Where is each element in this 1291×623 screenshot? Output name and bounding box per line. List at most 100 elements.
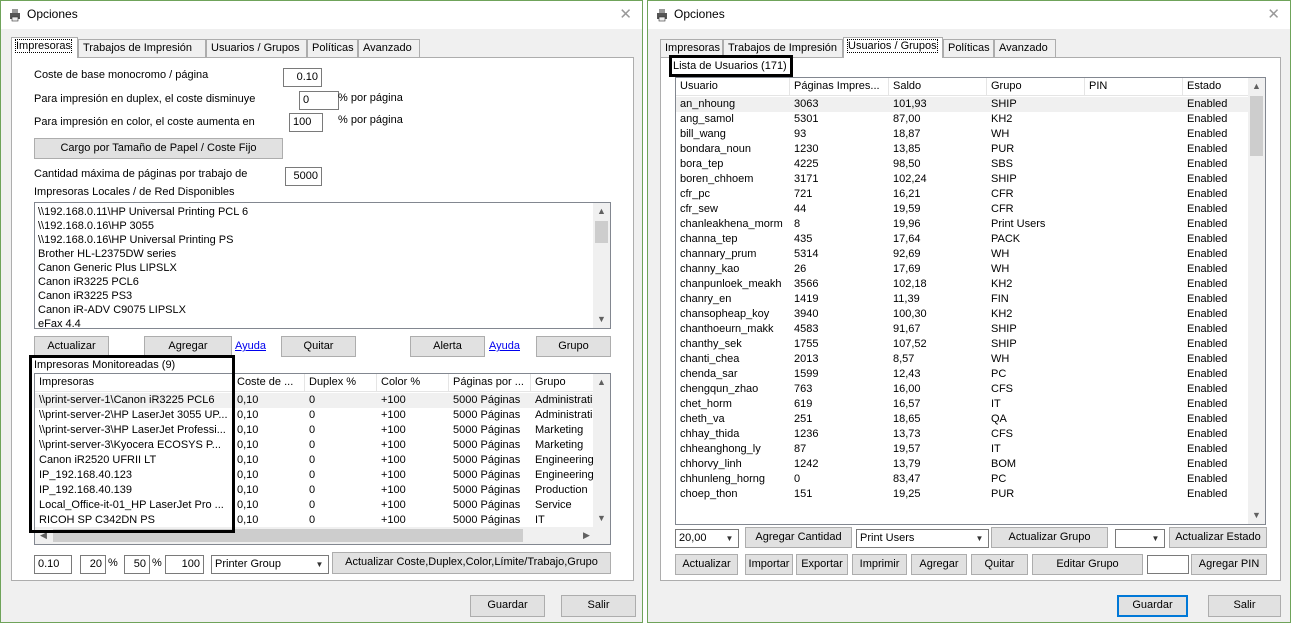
table-row[interactable]: chanry_en 1419 11,39 FIN Enabled (676, 292, 1250, 307)
salir-button[interactable]: Salir (1208, 595, 1281, 617)
monitored-vscrollbar[interactable]: ▲ ▼ (593, 374, 610, 527)
table-row[interactable]: \\print-server-3\HP LaserJet Professi...… (35, 423, 595, 438)
table-row[interactable]: channy_kao 26 17,69 WH Enabled (676, 262, 1250, 277)
tab-trabajos[interactable]: Trabajos de Impresión (723, 39, 843, 57)
tab-usuarios-grupos[interactable]: Usuarios / Grupos (843, 37, 943, 58)
chevron-up-icon[interactable]: ▲ (1248, 78, 1265, 95)
add-amount-button[interactable]: Agregar Cantidad (745, 527, 852, 548)
tab-avanzado[interactable]: Avanzado (358, 39, 420, 57)
mono-cost-input[interactable]: 0.10 (283, 68, 322, 87)
table-row[interactable]: chhunleng_horng 0 83,47 PC Enabled (676, 472, 1250, 487)
table-row[interactable]: bondara_noun 1230 13,85 PUR Enabled (676, 142, 1250, 157)
guardar-button[interactable]: Guardar (470, 595, 545, 617)
tab-politicas[interactable]: Políticas (943, 39, 994, 57)
group-select[interactable]: Print Users ▼ (856, 529, 989, 548)
duplex-input[interactable]: 0 (299, 91, 339, 110)
users-vscrollbar[interactable]: ▲ ▼ (1248, 78, 1265, 524)
printer-group-select[interactable]: Printer Group ▼ (211, 555, 329, 574)
list-item[interactable]: Brother HL-L2375DW series (35, 247, 610, 261)
table-row[interactable]: chheanghong_ly 87 19,57 IT Enabled (676, 442, 1250, 457)
paper-size-cost-button[interactable]: Cargo por Tamaño de Papel / Coste Fijo (34, 138, 283, 159)
column-header[interactable]: Coste de ... (233, 374, 305, 392)
list-item[interactable]: \\192.168.0.16\HP Universal Printing PS (35, 233, 610, 247)
agregar-button[interactable]: Agregar (911, 554, 967, 575)
column-header[interactable]: PIN (1085, 78, 1183, 96)
pin-input[interactable] (1147, 555, 1189, 574)
scroll-thumb[interactable] (595, 221, 608, 243)
chevron-up-icon[interactable]: ▲ (593, 374, 610, 391)
tab-impresoras[interactable]: Impresoras (11, 37, 78, 58)
color-input[interactable]: 100 (289, 113, 323, 132)
table-row[interactable]: ang_samol 5301 87,00 KH2 Enabled (676, 112, 1250, 127)
status-select[interactable]: ▼ (1115, 529, 1165, 548)
table-row[interactable]: \\print-server-3\Kyocera ECOSYS P... 0,10… (35, 438, 595, 453)
exportar-button[interactable]: Exportar (796, 554, 848, 575)
chevron-up-icon[interactable]: ▲ (593, 203, 610, 220)
tab-trabajos[interactable]: Trabajos de Impresión (78, 39, 206, 57)
bottom-color-input[interactable]: 50 (124, 555, 150, 574)
list-item[interactable]: Canon iR-ADV C9075 LIPSLX (35, 303, 610, 317)
table-row[interactable]: chanthoeurn_makk 4583 91,67 SHIP Enabled (676, 322, 1250, 337)
table-row[interactable]: \\print-server-1\Canon iR3225 PCL6 0,10 0 +… (35, 393, 605, 408)
table-row[interactable]: bora_tep 4225 98,50 SBS Enabled (676, 157, 1250, 172)
actualizar-button[interactable]: Actualizar (675, 554, 738, 575)
quitar-button[interactable]: Quitar (281, 336, 356, 357)
column-header[interactable]: Páginas por ... (449, 374, 531, 392)
add-pin-button[interactable]: Agregar PIN (1191, 554, 1267, 575)
salir-button[interactable]: Salir (561, 595, 636, 617)
table-row[interactable]: choep_thon 151 19,25 PUR Enabled (676, 487, 1250, 502)
ayuda-link-2[interactable]: Ayuda (489, 340, 520, 352)
list-item[interactable]: \\192.168.0.11\HP Universal Printing PCL… (35, 205, 610, 219)
bottom-duplex-input[interactable]: 20 (80, 555, 106, 574)
table-row[interactable]: chenda_sar 1599 12,43 PC Enabled (676, 367, 1250, 382)
column-header[interactable]: Color % (377, 374, 449, 392)
scroll-thumb[interactable] (53, 529, 523, 542)
monitored-printers-table[interactable]: Impresoras Coste de ... Duplex % Color % Pág… (34, 373, 611, 545)
guardar-button[interactable]: Guardar (1117, 595, 1188, 617)
list-item[interactable]: Canon iR3225 PCL6 (35, 275, 610, 289)
table-row[interactable]: bill_wang 93 18,87 WH Enabled (676, 127, 1250, 142)
ayuda-link[interactable]: Ayuda (235, 340, 266, 352)
close-icon[interactable]: ✕ (1267, 5, 1280, 23)
column-header[interactable]: Estado (1183, 78, 1250, 96)
monitored-hscrollbar[interactable]: ◀ ▶ (35, 527, 610, 544)
tab-politicas[interactable]: Políticas (307, 39, 358, 57)
column-header[interactable]: Saldo (889, 78, 987, 96)
tab-usuarios-grupos[interactable]: Usuarios / Grupos (206, 39, 307, 57)
table-row[interactable]: chanthy_sek 1755 107,52 SHIP Enabled (676, 337, 1250, 352)
list-item[interactable]: Canon iR3225 PS3 (35, 289, 610, 303)
importar-button[interactable]: Importar (745, 554, 793, 575)
table-row[interactable]: cfr_sew 44 19,59 CFR Enabled (676, 202, 1250, 217)
table-row[interactable]: cheth_va 251 18,65 QA Enabled (676, 412, 1250, 427)
list-item[interactable]: \\192.168.0.16\HP 3055 (35, 219, 610, 233)
column-header[interactable]: Grupo (987, 78, 1085, 96)
table-row[interactable]: chanleakhena_morm 8 19,96 Print Users Enable… (676, 217, 1250, 232)
table-row[interactable]: channa_tep 435 17,64 PACK Enabled (676, 232, 1250, 247)
users-table[interactable]: Usuario Páginas Impres... Saldo Grupo PIN Est… (675, 77, 1266, 525)
edit-group-button[interactable]: Editar Grupo (1032, 554, 1143, 575)
table-row[interactable]: chhorvy_linh 1242 13,79 BOM Enabled (676, 457, 1250, 472)
table-row[interactable]: chet_horm 619 16,57 IT Enabled (676, 397, 1250, 412)
update-status-button[interactable]: Actualizar Estado (1169, 527, 1267, 548)
update-group-button[interactable]: Actualizar Grupo (991, 527, 1108, 548)
table-row[interactable]: chengqun_zhao 763 16,00 CFS Enabled (676, 382, 1250, 397)
imprimir-button[interactable]: Imprimir (852, 554, 907, 575)
agregar-button[interactable]: Agregar (144, 336, 232, 357)
table-row[interactable]: chansopheap_koy 3940 100,30 KH2 Enabled (676, 307, 1250, 322)
chevron-down-icon[interactable]: ▼ (593, 311, 610, 328)
table-row[interactable]: chanpunloek_meakh 3566 102,18 KH2 Enabled (676, 277, 1250, 292)
table-row[interactable]: Local_Office-it-01_HP LaserJet Pro ... 0,… (35, 498, 595, 513)
local-printers-scrollbar[interactable]: ▲ ▼ (593, 203, 610, 328)
table-row[interactable]: RICOH SP C342DN PS 0,10 0 +100 5000 Páginas I… (35, 513, 595, 528)
table-row[interactable]: IP_192.168.40.139 0,10 0 +100 5000 Páginas Pr… (35, 483, 595, 498)
grupo-button[interactable]: Grupo (536, 336, 611, 357)
bottom-cost-input[interactable]: 0.10 (34, 555, 72, 574)
actualizar-button[interactable]: Actualizar (34, 336, 109, 357)
tab-impresoras[interactable]: Impresoras (660, 39, 723, 57)
title-bar[interactable]: Opciones ✕ (1, 1, 642, 29)
column-header[interactable]: Usuario (676, 78, 790, 96)
list-item[interactable]: Canon Generic Plus LIPSLX (35, 261, 610, 275)
table-row[interactable]: chanti_chea 2013 8,57 WH Enabled (676, 352, 1250, 367)
tab-avanzado[interactable]: Avanzado (994, 39, 1056, 57)
amount-select[interactable]: 20,00 ▼ (675, 529, 739, 548)
